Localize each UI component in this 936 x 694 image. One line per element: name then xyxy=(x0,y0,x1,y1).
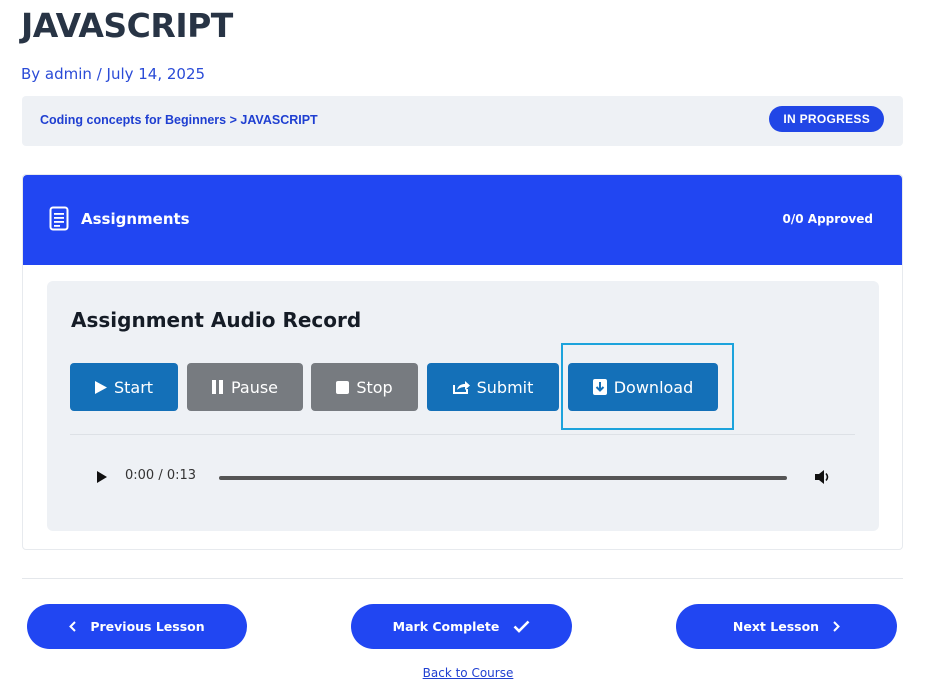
play-icon xyxy=(94,380,107,394)
page-title: JAVASCRIPT xyxy=(21,6,233,45)
audio-progress-bar[interactable] xyxy=(219,476,787,480)
submit-button-label: Submit xyxy=(476,377,534,397)
start-button[interactable]: Start xyxy=(70,363,178,411)
next-lesson-button[interactable]: Next Lesson xyxy=(676,604,897,649)
stop-button[interactable]: Stop xyxy=(311,363,418,411)
recorder-title: Assignment Audio Record xyxy=(71,308,362,332)
back-to-course-link[interactable]: Back to Course xyxy=(423,666,514,680)
checkmark-icon xyxy=(513,620,530,633)
volume-icon[interactable] xyxy=(815,470,831,484)
pause-button[interactable]: Pause xyxy=(187,363,303,411)
audio-player: 0:00 / 0:13 xyxy=(93,461,843,491)
download-icon xyxy=(592,379,607,395)
previous-lesson-button[interactable]: Previous Lesson xyxy=(27,604,247,649)
start-button-label: Start xyxy=(113,377,154,397)
audio-recorder-panel: Assignment Audio Record Start Pause Stop… xyxy=(47,281,879,531)
stop-button-label: Stop xyxy=(356,377,393,397)
pause-icon xyxy=(211,380,223,394)
stop-icon xyxy=(336,380,350,394)
download-button-label: Download xyxy=(613,377,694,397)
breadcrumb[interactable]: Coding concepts for Beginners > JAVASCRI… xyxy=(40,113,318,127)
download-button[interactable]: Download xyxy=(568,363,718,411)
share-icon xyxy=(452,381,470,394)
approved-count: 0/0 Approved xyxy=(782,212,873,226)
back-to-course-row: Back to Course xyxy=(0,666,936,680)
recorder-divider xyxy=(70,434,855,435)
mark-complete-label: Mark Complete xyxy=(392,619,500,634)
player-play-icon[interactable] xyxy=(97,471,107,483)
previous-lesson-label: Previous Lesson xyxy=(90,619,205,634)
post-byline[interactable]: By admin / July 14, 2025 xyxy=(21,65,205,83)
assignments-card: Assignments 0/0 Approved Assignment Audi… xyxy=(22,174,903,550)
next-lesson-label: Next Lesson xyxy=(732,619,820,634)
submit-button[interactable]: Submit xyxy=(427,363,559,411)
assignments-title: Assignments xyxy=(81,210,190,228)
chevron-right-icon xyxy=(833,621,840,632)
mark-complete-button[interactable]: Mark Complete xyxy=(351,604,572,649)
assignments-header: Assignments 0/0 Approved xyxy=(23,175,902,265)
audio-time-display: 0:00 / 0:13 xyxy=(125,468,197,483)
pause-button-label: Pause xyxy=(230,377,279,397)
section-divider xyxy=(22,578,903,579)
chevron-left-icon xyxy=(69,621,77,632)
document-icon xyxy=(49,206,69,231)
breadcrumb-bar: Coding concepts for Beginners > JAVASCRI… xyxy=(22,96,903,146)
status-badge: IN PROGRESS xyxy=(769,106,884,132)
